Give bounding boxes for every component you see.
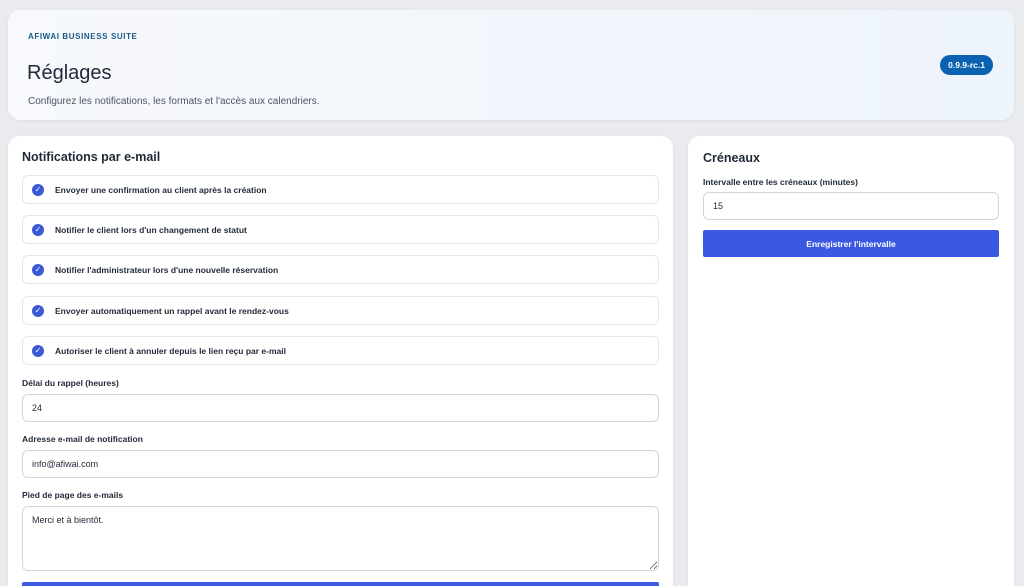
option-status-change[interactable]: ✓ Notifier le client lors d'un changemen…: [22, 215, 659, 244]
option-label: Envoyer une confirmation au client après…: [55, 184, 267, 195]
email-notifications-title: Notifications par e-mail: [22, 150, 161, 164]
reminder-delay-input[interactable]: [22, 394, 659, 422]
option-auto-reminder[interactable]: ✓ Envoyer automatiquement un rappel avan…: [22, 296, 659, 325]
check-circle-icon[interactable]: ✓: [32, 344, 44, 357]
slot-interval-input[interactable]: [703, 192, 999, 220]
page-header: AFIWAI BUSINESS SUITE Réglages Configure…: [8, 10, 1014, 120]
option-client-cancel[interactable]: ✓ Autoriser le client à annuler depuis l…: [22, 336, 659, 365]
check-circle-icon[interactable]: ✓: [32, 183, 44, 196]
version-badge: 0.9.9-rc.1: [940, 55, 993, 75]
email-footer-label: Pied de page des e-mails: [22, 490, 124, 500]
slot-interval-label: Intervalle entre les créneaux (minutes): [703, 177, 858, 187]
email-notifications-card: Notifications par e-mail ✓ Envoyer une c…: [8, 136, 673, 586]
option-confirmation[interactable]: ✓ Envoyer une confirmation au client apr…: [22, 175, 659, 204]
option-label: Notifier le client lors d'un changement …: [55, 224, 247, 235]
page-subtitle: Configurez les notifications, les format…: [28, 96, 320, 107]
check-circle-icon[interactable]: ✓: [32, 263, 44, 276]
email-footer-textarea[interactable]: Merci et à bientôt.: [22, 506, 659, 571]
reminder-delay-label: Délai du rappel (heures): [22, 378, 119, 388]
notification-email-input[interactable]: [22, 450, 659, 478]
slots-card: Créneaux Intervalle entre les créneaux (…: [688, 136, 1014, 586]
brand-name: AFIWAI BUSINESS SUITE: [28, 32, 138, 41]
save-notifications-button[interactable]: [22, 582, 659, 586]
notification-email-label: Adresse e-mail de notification: [22, 434, 143, 444]
option-admin-new-booking[interactable]: ✓ Notifier l'administrateur lors d'une n…: [22, 255, 659, 284]
option-label: Autoriser le client à annuler depuis le …: [55, 345, 286, 356]
save-interval-button[interactable]: Enregistrer l'intervalle: [703, 230, 999, 257]
check-circle-icon[interactable]: ✓: [32, 223, 44, 236]
page-title: Réglages: [27, 62, 112, 84]
option-label: Notifier l'administrateur lors d'une nou…: [55, 264, 279, 275]
check-circle-icon[interactable]: ✓: [32, 304, 44, 317]
option-label: Envoyer automatiquement un rappel avant …: [55, 305, 289, 316]
slots-title: Créneaux: [703, 151, 760, 165]
